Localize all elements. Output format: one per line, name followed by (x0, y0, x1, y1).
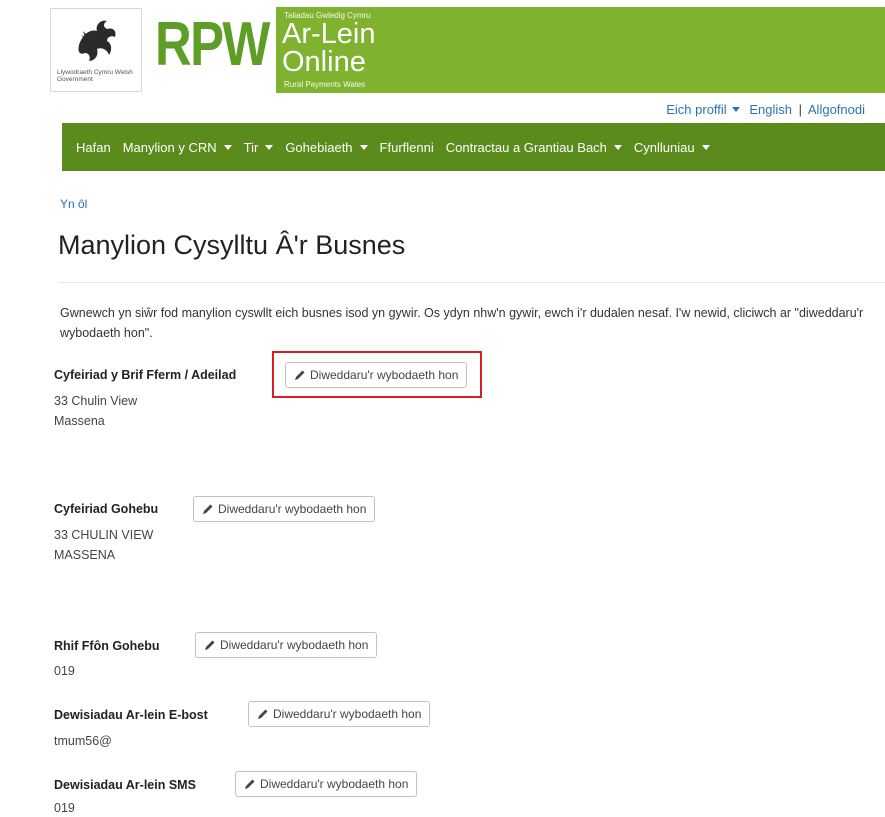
online-sms-preferences-value: 019 (54, 801, 75, 815)
online-email-preferences-value: tmum56@ (54, 734, 112, 748)
rpw-logo[interactable]: RPW (155, 10, 270, 80)
highlight-box (272, 351, 482, 398)
welsh-government-logo-text: Llywodraeth Cymru Welsh Government (57, 69, 133, 83)
nav-item-hafan[interactable]: Hafan (76, 140, 111, 155)
nav-item-manylion-y-crn[interactable]: Manylion y CRN (123, 140, 232, 155)
button-label: Diweddaru'r wybodaeth hon (273, 707, 422, 721)
nav-item-tir[interactable]: Tir (244, 140, 274, 155)
nav-item-label: Ffurflenni (379, 139, 434, 155)
address-line: Massena (54, 414, 105, 428)
intro-text: Gwnewch yn siŵr fod manylion cyswllt eic… (60, 306, 864, 340)
divider (58, 282, 885, 283)
button-label: Diweddaru'r wybodaeth hon (260, 777, 409, 791)
banner-rural-payments-wales: Rural Payments Wales (284, 80, 366, 89)
update-correspondence-address-button[interactable]: Diweddaru'r wybodaeth hon (193, 496, 376, 522)
separator: | (798, 102, 802, 117)
profile-menu[interactable]: Eich proffil (666, 102, 745, 117)
update-online-email-preferences-button[interactable]: Diweddaru'r wybodaeth hon (248, 701, 431, 727)
nav-item-gohebiaeth[interactable]: Gohebiaeth (285, 139, 368, 155)
correspondence-phone-value: 019 (54, 664, 75, 678)
button-label: Diweddaru'r wybodaeth hon (220, 638, 369, 652)
main-nav: Hafan Manylion y CRN Tir Gohebiaeth Ffurflen… (62, 123, 885, 171)
profile-label: Eich proffil (666, 102, 727, 117)
nav-item-label: Contractau a Grantiau Bach (445, 139, 607, 155)
rpw-online-banner: Taliadau Gwledig Cymru Ar-Lein Online Ru… (276, 7, 885, 93)
banner-ar-lein: Ar-Lein (282, 18, 376, 50)
chevron-down-icon (731, 107, 740, 112)
nav-item-label: Cynlluniau (633, 139, 695, 155)
update-correspondence-phone-button[interactable]: Diweddaru'r wybodaeth hon (195, 632, 378, 658)
welsh-government-logo[interactable]: Llywodraeth Cymru Welsh Government (50, 8, 142, 92)
chevron-down-icon (701, 144, 710, 150)
update-online-sms-preferences-button[interactable]: Diweddaru'r wybodaeth hon (235, 771, 418, 797)
pencil-icon (204, 639, 216, 651)
online-email-preferences-label: Dewisiadau Ar-lein E-bost (54, 708, 208, 722)
chevron-down-icon (223, 144, 232, 150)
site-header: Llywodraeth Cymru Welsh Government RPW T… (0, 0, 885, 95)
nav-item-label: Gohebiaeth (285, 139, 353, 155)
welsh-dragon-icon (78, 20, 116, 61)
utility-links: Eich proffil English | Allgofnodi (666, 102, 865, 117)
address-line: 33 Chulin View (54, 394, 138, 408)
chevron-down-icon (359, 144, 368, 150)
chevron-down-icon (265, 144, 274, 150)
button-label: Diweddaru'r wybodaeth hon (218, 502, 367, 516)
correspondence-phone-label: Rhif Ffôn Gohebu (54, 639, 160, 653)
nav-item-label: Manylion y CRN (122, 139, 217, 155)
nav-item-label: Tir (243, 139, 259, 155)
main-farm-address-label: Cyfeiriad y Brif Fferm / Adeilad (54, 368, 237, 382)
language-link[interactable]: English (749, 102, 792, 117)
address-line: MASSENA (54, 548, 116, 562)
correspondence-address-label: Cyfeiriad Gohebu (54, 502, 159, 516)
banner-online: Online (282, 46, 366, 78)
logout-link[interactable]: Allgofnodi (808, 102, 865, 117)
main-farm-address-value: 33 Chulin View Massena (54, 391, 137, 431)
chevron-down-icon (613, 144, 622, 150)
page-title: Manylion Cysylltu Â'r Busnes (58, 230, 406, 260)
nav-item-contractau-a-grantiau-bach[interactable]: Contractau a Grantiau Bach (446, 140, 622, 155)
pencil-icon (202, 503, 214, 515)
back-link[interactable]: Yn ôl (60, 197, 87, 211)
nav-item-label: Hafan (76, 139, 111, 155)
correspondence-address-value: 33 CHULIN VIEW MASSENA (54, 525, 153, 565)
pencil-icon (244, 778, 256, 790)
online-sms-preferences-label: Dewisiadau Ar-lein SMS (54, 778, 196, 792)
nav-item-ffurflenni[interactable]: Ffurflenni (380, 140, 434, 155)
nav-item-cynlluniau[interactable]: Cynlluniau (634, 140, 710, 155)
address-line: 33 CHULIN VIEW (54, 528, 154, 542)
pencil-icon (257, 708, 269, 720)
